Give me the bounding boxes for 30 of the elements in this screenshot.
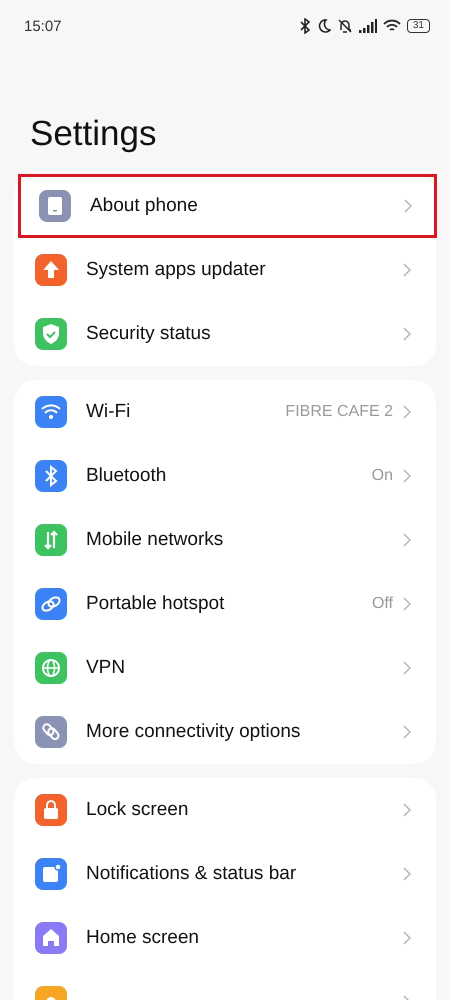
item-label: Bluetooth — [86, 465, 168, 487]
settings-item[interactable]: Notifications & status bar — [14, 842, 436, 906]
settings-item[interactable]: Security status — [14, 302, 436, 366]
item-label: System apps updater — [86, 259, 267, 281]
item-label: Wi-Fi — [86, 401, 132, 423]
settings-item[interactable]: VPN — [14, 636, 436, 700]
item-label: VPN — [86, 657, 126, 679]
settings-item[interactable]: More connectivity options — [14, 700, 436, 764]
settings-item[interactable]: Lock screen — [14, 778, 436, 842]
page-title: Settings — [29, 113, 158, 155]
item-label: Portable hotspot — [86, 593, 226, 615]
item-value: Off — [372, 595, 393, 613]
settings-item[interactable]: Mobile networks — [14, 508, 436, 572]
settings-item[interactable]: About phone — [18, 174, 437, 238]
status-time: 15:07 — [24, 18, 62, 34]
item-label: Notifications & status bar — [86, 863, 298, 885]
item-value: FIBRE CAFE 2 — [285, 403, 393, 421]
settings-item[interactable]: Portable hotspot Off — [14, 572, 436, 636]
battery-indicator: 31 — [406, 19, 430, 33]
item-label: About phone — [90, 195, 199, 217]
settings-item[interactable]: Home screen — [14, 906, 436, 970]
item-label: More connectivity options — [86, 721, 302, 743]
settings-item[interactable]: Wi-Fi FIBRE CAFE 2 — [14, 380, 436, 444]
item-value: On — [372, 467, 393, 485]
settings-item[interactable]: Bluetooth On — [14, 444, 436, 508]
settings-item[interactable]: System apps updater — [14, 238, 436, 302]
item-label: Mobile networks — [86, 529, 224, 551]
item-label: Lock screen — [86, 799, 190, 821]
item-label: Home screen — [86, 927, 200, 949]
item-label: Security status — [86, 323, 212, 345]
